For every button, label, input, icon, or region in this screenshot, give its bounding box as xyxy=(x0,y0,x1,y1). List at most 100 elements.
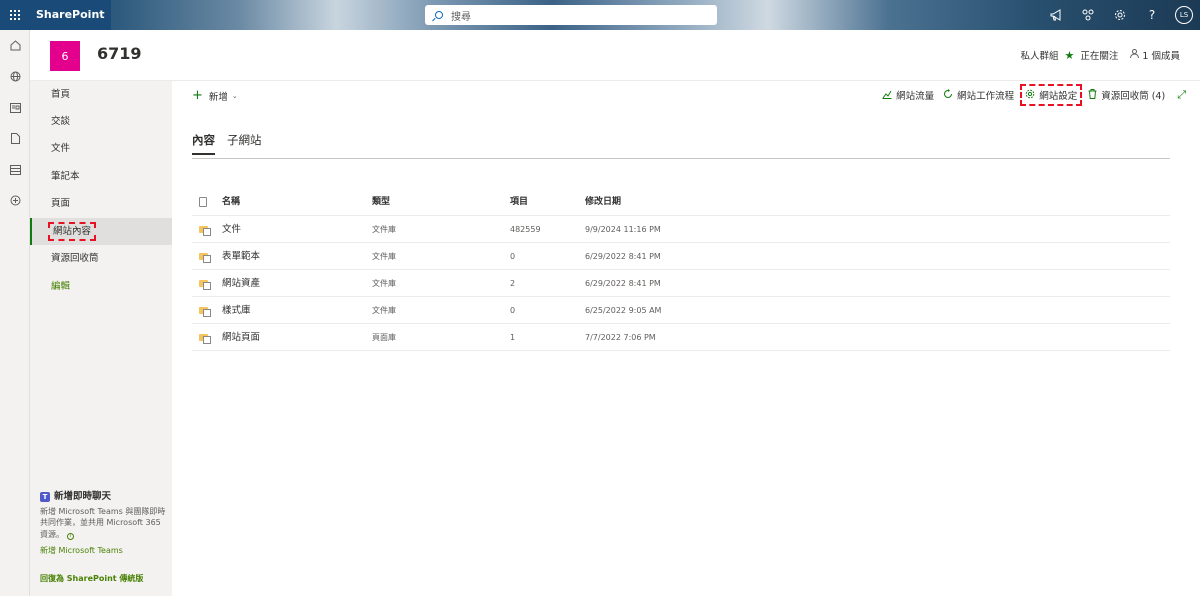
file-icon[interactable] xyxy=(0,123,30,154)
nav-item-pages[interactable]: 頁面 xyxy=(30,190,172,217)
avatar: LS xyxy=(1175,6,1193,24)
row-name[interactable]: 表單範本 xyxy=(222,243,260,270)
home-icon[interactable] xyxy=(0,30,30,61)
left-navigation: 首頁 交談 文件 筆記本 頁面 網站內容 資源回收筒 編輯 T 新增即時聊天 新… xyxy=(30,81,172,596)
suite-bar: SharePoint 搜尋 ? LS xyxy=(0,0,1200,30)
nav-item-documents[interactable]: 文件 xyxy=(30,135,172,162)
row-type: 文件庫 xyxy=(372,225,396,234)
row-type: 文件庫 xyxy=(372,279,396,288)
megaphone-icon[interactable] xyxy=(1040,0,1072,30)
app-bar xyxy=(0,30,30,596)
app-launcher-button[interactable] xyxy=(0,0,30,30)
site-workflows-button[interactable]: 網站工作流程 xyxy=(943,88,1014,102)
nav-item-site-contents-label: 網站內容 xyxy=(47,222,97,241)
table-row[interactable]: 網站資產 文件庫 2 6/29/2022 8:41 PM xyxy=(192,270,1170,297)
recycle-bin-label: 資源回收筒 (4) xyxy=(1101,91,1166,102)
news-icon[interactable] xyxy=(0,92,30,123)
row-items: 0 xyxy=(510,306,516,315)
account-button[interactable]: LS xyxy=(1168,0,1200,30)
members-label[interactable]: 1 個成員 xyxy=(1142,48,1180,62)
teams-promo: T 新增即時聊天 新增 Microsoft Teams 與團隊即時共同作業，並共… xyxy=(40,491,166,557)
library-icon xyxy=(199,270,211,297)
column-header-type[interactable]: 類型 xyxy=(372,189,390,216)
trash-icon xyxy=(1088,88,1097,102)
table-row[interactable]: 文件 文件庫 482559 9/9/2024 11:16 PM xyxy=(192,216,1170,243)
nav-item-site-contents[interactable]: 網站內容 xyxy=(30,218,172,245)
teams-promo-body-text: 新增 Microsoft Teams 與團隊即時共同作業，並共用 Microso… xyxy=(40,506,166,539)
recycle-bin-button[interactable]: 資源回收筒 (4) xyxy=(1088,88,1165,102)
group-type-label[interactable]: 私人群組 xyxy=(1021,48,1059,62)
site-workflows-label: 網站工作流程 xyxy=(957,91,1015,102)
library-icon xyxy=(199,243,211,270)
create-icon[interactable] xyxy=(0,185,30,216)
teams-promo-body: 新增 Microsoft Teams 與團隊即時共同作業，並共用 Microso… xyxy=(40,506,166,541)
row-modified: 6/29/2022 8:41 PM xyxy=(585,252,661,261)
contents-table: 名稱 類型 項目 修改日期 文件 文件庫 482559 9/9/2024 11:… xyxy=(192,189,1170,351)
person-icon xyxy=(1130,49,1140,61)
row-items: 0 xyxy=(510,252,516,261)
settings-icon[interactable] xyxy=(1104,0,1136,30)
workflow-icon xyxy=(943,88,953,102)
command-bar-actions: 網站流量 網站工作流程 網站設定 資源回收筒 (4) ⤢ xyxy=(873,84,1186,106)
expand-icon[interactable]: ⤢ xyxy=(1177,88,1186,102)
row-name[interactable]: 網站頁面 xyxy=(222,324,260,351)
nav-item-conversations[interactable]: 交談 xyxy=(30,108,172,135)
tab-contents[interactable]: 內容 xyxy=(192,132,215,155)
nav-item-recycle-bin[interactable]: 資源回收筒 xyxy=(30,245,172,272)
chevron-down-icon: ⌄ xyxy=(231,91,238,100)
nav-edit-link[interactable]: 編輯 xyxy=(30,273,172,300)
column-header-name[interactable]: 名稱 xyxy=(222,189,240,216)
row-name[interactable]: 網站資產 xyxy=(222,270,260,297)
following-label[interactable]: 正在關注 xyxy=(1080,48,1118,62)
table-row[interactable]: 網站頁面 頁面庫 1 7/7/2022 7:06 PM xyxy=(192,324,1170,351)
help-icon[interactable]: ? xyxy=(1136,0,1168,30)
row-items: 482559 xyxy=(510,225,541,234)
row-name[interactable]: 文件 xyxy=(222,216,241,243)
file-type-header-icon[interactable] xyxy=(199,189,207,216)
search-box[interactable]: 搜尋 xyxy=(425,5,717,25)
table-row[interactable]: 表單範本 文件庫 0 6/29/2022 8:41 PM xyxy=(192,243,1170,270)
nav-item-notebook[interactable]: 筆記本 xyxy=(30,163,172,190)
chart-icon xyxy=(882,89,892,102)
column-header-modified[interactable]: 修改日期 xyxy=(585,189,621,216)
return-to-classic-link[interactable]: 回復為 SharePoint 傳統版 xyxy=(40,573,143,584)
row-items: 2 xyxy=(510,279,516,288)
site-settings-label: 網站設定 xyxy=(1039,91,1078,102)
nav-item-home[interactable]: 首頁 xyxy=(30,81,172,108)
star-icon[interactable]: ★ xyxy=(1065,49,1075,62)
info-icon[interactable]: i xyxy=(67,532,74,540)
library-icon xyxy=(199,324,211,351)
teams-promo-title: T 新增即時聊天 xyxy=(40,491,166,503)
brand-name[interactable]: SharePoint xyxy=(30,0,111,30)
column-header-items[interactable]: 項目 xyxy=(510,189,528,216)
command-bar: + 新增 ⌄ 網站流量 網站工作流程 網站設定 資源回收筒 (4) ⤢ xyxy=(172,81,1200,109)
plus-icon: + xyxy=(192,88,203,103)
new-button[interactable]: + 新增 ⌄ xyxy=(192,88,238,103)
row-modified: 6/29/2022 8:41 PM xyxy=(585,279,661,288)
site-title[interactable]: 6719 xyxy=(97,44,142,63)
row-name[interactable]: 樣式庫 xyxy=(222,297,251,324)
table-row[interactable]: 樣式庫 文件庫 0 6/25/2022 9:05 AM xyxy=(192,297,1170,324)
site-usage-label: 網站流量 xyxy=(896,91,935,102)
table-header-row: 名稱 類型 項目 修改日期 xyxy=(192,189,1170,216)
site-settings-button[interactable]: 網站設定 xyxy=(1020,84,1083,106)
gear-icon xyxy=(1025,89,1035,102)
tab-subsites[interactable]: 子網站 xyxy=(227,132,262,153)
library-icon xyxy=(199,297,211,324)
new-button-label: 新增 xyxy=(208,91,228,103)
row-modified: 7/7/2022 7:06 PM xyxy=(585,333,656,342)
add-teams-link[interactable]: 新增 Microsoft Teams xyxy=(40,545,166,557)
library-icon xyxy=(199,216,211,243)
site-header: 6 6719 私人群組 ★ 正在關注 1 個成員 xyxy=(30,30,1200,81)
globe-icon[interactable] xyxy=(0,61,30,92)
search-icon xyxy=(435,11,443,19)
connections-icon[interactable] xyxy=(1072,0,1104,30)
content-tabs: 內容 子網站 xyxy=(192,132,1170,159)
teams-logo-icon: T xyxy=(40,491,50,502)
waffle-icon xyxy=(10,10,20,20)
site-logo[interactable]: 6 xyxy=(50,41,80,71)
lists-icon[interactable] xyxy=(0,154,30,185)
help-glyph: ? xyxy=(1148,8,1156,22)
search-placeholder: 搜尋 xyxy=(451,11,471,23)
site-usage-button[interactable]: 網站流量 xyxy=(882,88,934,102)
